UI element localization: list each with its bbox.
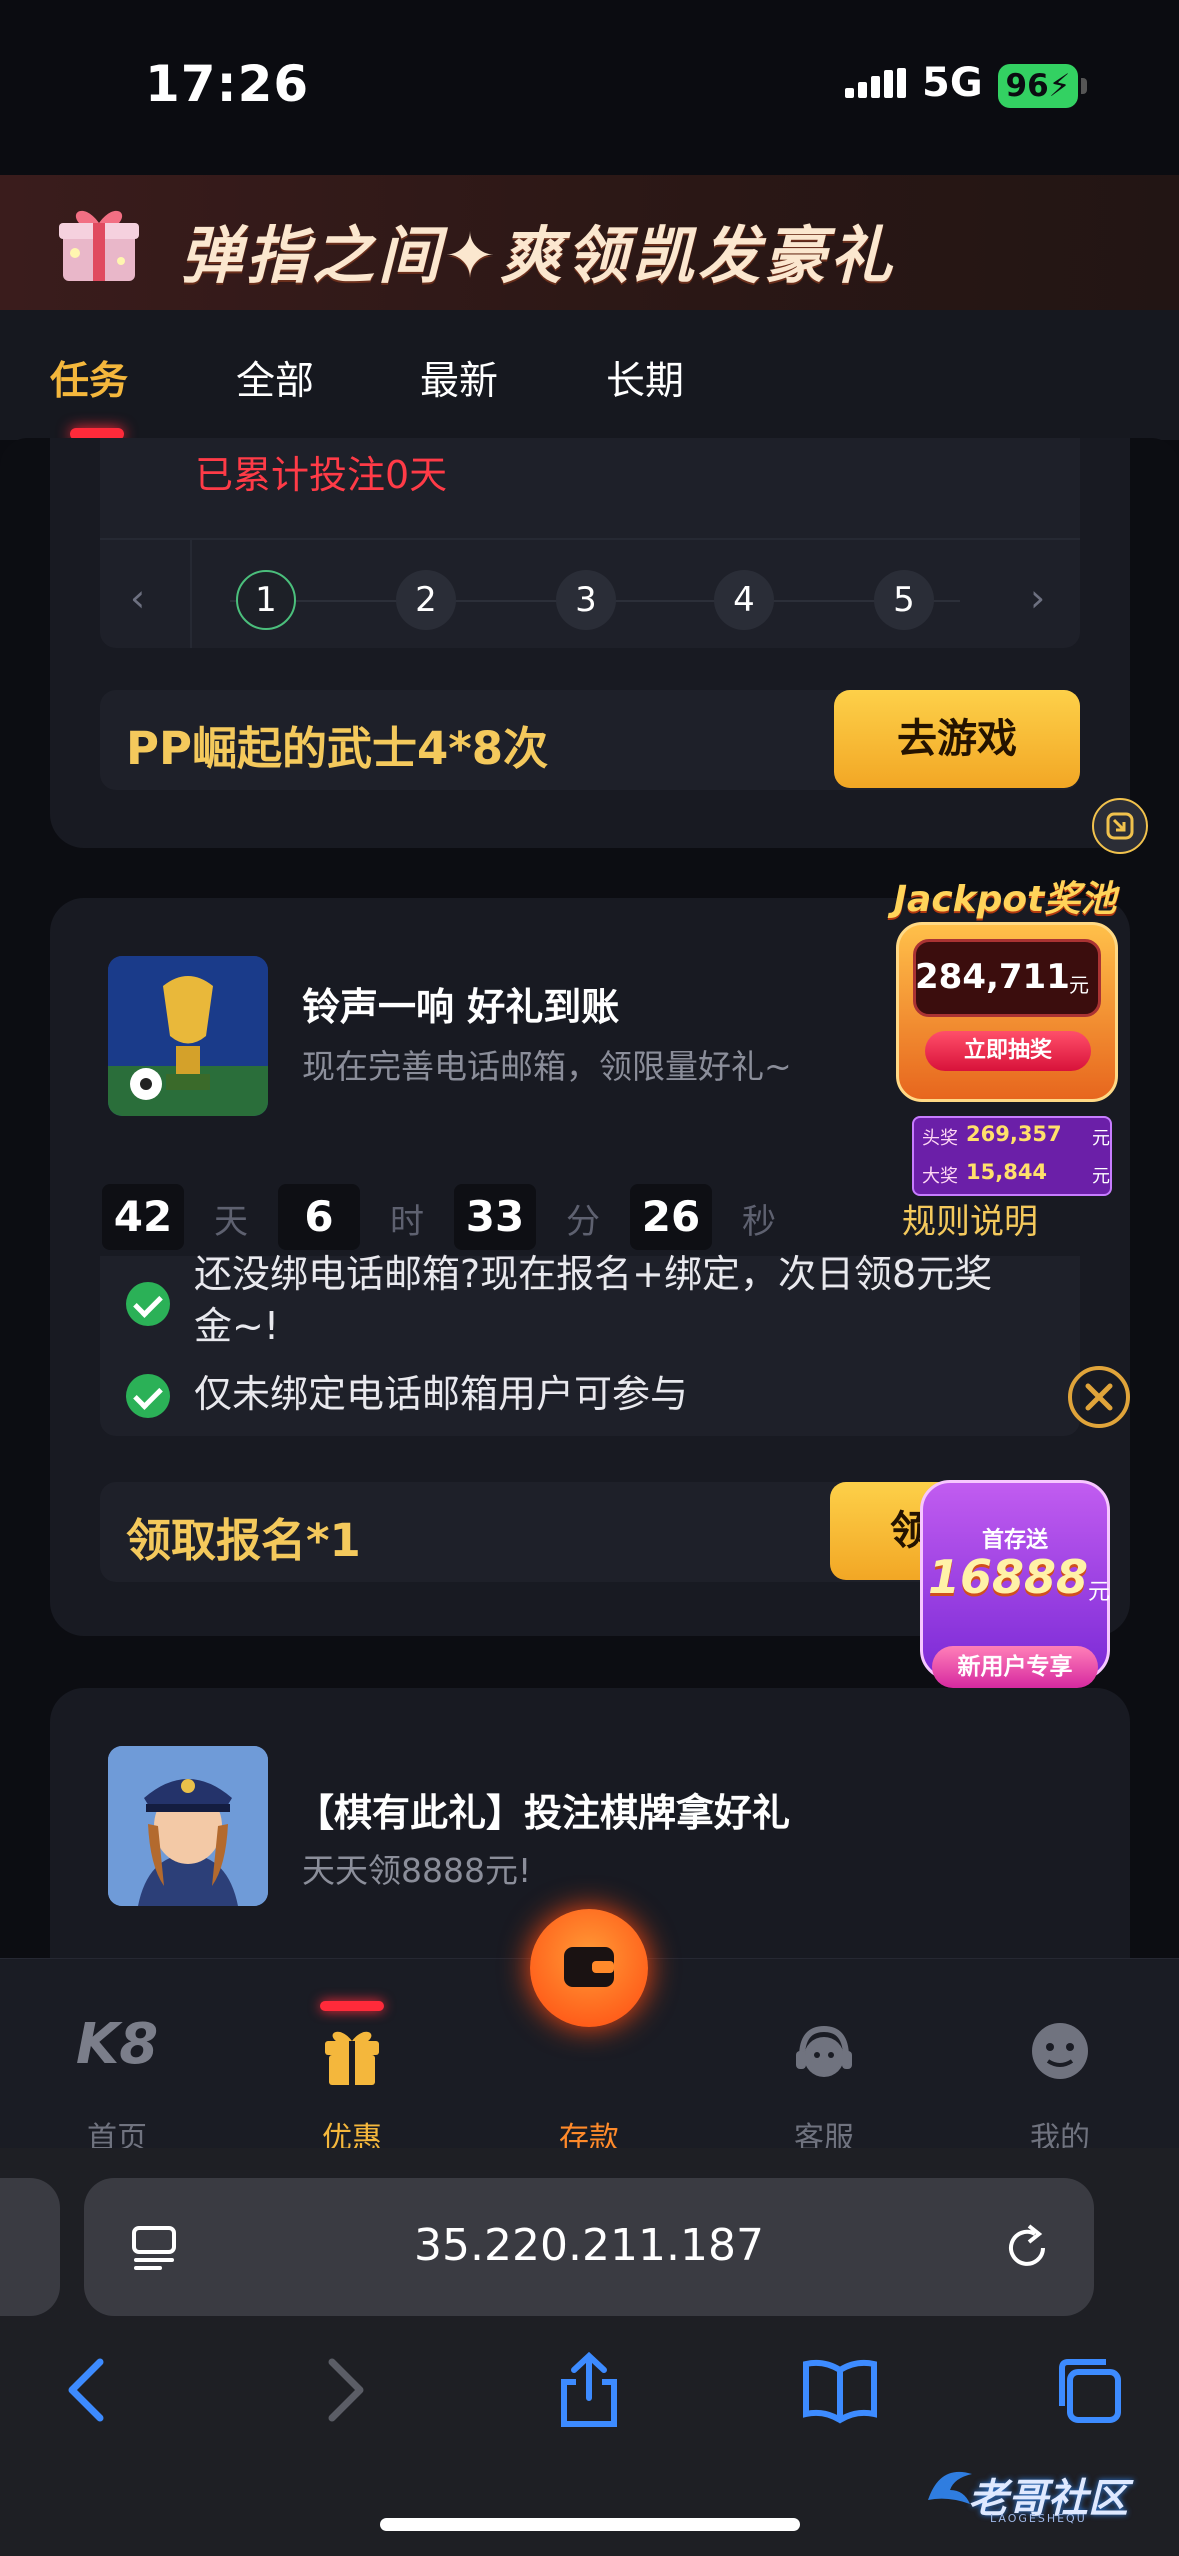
forward-icon[interactable] [314, 2350, 374, 2430]
countdown-seconds: 26 [630, 1184, 712, 1250]
prev-page-button[interactable]: ‹ [130, 576, 145, 620]
battery-cap [1081, 78, 1087, 94]
card-subtitle: 现在完善电话邮箱，领限量好礼~ [302, 1047, 792, 1086]
police-girl-thumbnail[interactable] [108, 1746, 268, 1906]
battery-icon: 96⚡ [998, 64, 1078, 108]
prize-unit: 元 [1092, 1166, 1110, 1187]
tabs-icon[interactable] [1050, 2350, 1130, 2430]
progress-text: 已累计投注0天 [195, 453, 448, 497]
world-cup-thumbnail[interactable] [108, 956, 268, 1116]
gift-box-icon [59, 210, 139, 281]
battery-level: 96 [1005, 68, 1049, 104]
nav-profile[interactable]: 我的 [1000, 2023, 1120, 2156]
task-row: PP崛起的武士4*8次 去游戏 [100, 690, 1080, 790]
status-time: 17:26 [145, 55, 310, 113]
prize-value: 15,844 [966, 1160, 1048, 1184]
nav-offers[interactable]: 优惠 [292, 2001, 412, 2156]
url-text: 35.220.211.187 [414, 2220, 764, 2271]
page-5-button[interactable]: 5 [874, 570, 934, 630]
countdown-unit: 天 [214, 1202, 248, 1242]
prize-label: 大奖 [922, 1166, 958, 1187]
prize-label: 头奖 [922, 1128, 958, 1149]
tab-all[interactable]: 全部 [236, 350, 314, 406]
shrink-icon [1106, 812, 1134, 840]
headset-icon [796, 2025, 852, 2077]
condition-2: 仅未绑定电话邮箱用户可参与 [194, 1372, 689, 1416]
card-title: 铃声一响 好礼到账 [302, 985, 620, 1029]
tab-latest[interactable]: 最新 [420, 350, 498, 406]
nav-support[interactable]: 客服 [764, 2025, 884, 2156]
gift-icon [325, 2031, 379, 2085]
promo-amount: 16888 [927, 1550, 1088, 1604]
jackpot-currency: 元 [1069, 973, 1089, 997]
bookmarks-icon[interactable] [800, 2350, 880, 2430]
status-bar: 17:26 5G 96⚡ [0, 0, 1179, 175]
bottom-nav: K8 首页 优惠 存款 客服 我的 [0, 1909, 1179, 2157]
tab-long-term[interactable]: 长期 [606, 350, 684, 406]
nav-active-indicator [320, 2001, 384, 2011]
user-icon [1032, 2023, 1088, 2079]
address-bar[interactable]: 35.220.211.187 [84, 2178, 1094, 2316]
close-icon [1085, 1383, 1113, 1411]
watermark-sub: LAOGESHEQU [990, 2512, 1087, 2525]
divider [190, 538, 192, 648]
prize-unit: 元 [1092, 1128, 1110, 1149]
page-3-button[interactable]: 3 [556, 570, 616, 630]
countdown-hours: 6 [278, 1184, 360, 1250]
watermark-logo: 老哥社区 LAOGESHEQU [920, 2460, 1160, 2530]
check-icon [126, 1374, 170, 1418]
conditions-panel: 还没绑电话邮箱?现在报名+绑定，次日领8元奖金~! 仅未绑定电话邮箱用户可参与 [100, 1252, 1080, 1436]
countdown-unit: 分 [566, 1202, 600, 1242]
page-2-button[interactable]: 2 [396, 570, 456, 630]
banner-title: 弹指之间✦爽领凯发豪礼 [180, 219, 896, 292]
condition-1: 还没绑电话邮箱?现在报名+绑定，次日领8元奖金~! [194, 1252, 993, 1348]
tab-task[interactable]: 任务 [50, 350, 128, 406]
share-icon[interactable] [556, 2350, 622, 2430]
jackpot-prize-table: 头奖 269,357 元 大奖 15,844 元 [912, 1116, 1112, 1196]
previous-tab-preview[interactable] [0, 2178, 60, 2316]
jackpot-widget[interactable]: Jackpot奖池 284,711 元 立即抽奖 头奖 269,357 元 大奖… [880, 850, 1130, 1200]
card-title: 【棋有此礼】投注棋牌拿好礼 [296, 1791, 791, 1835]
rules-link[interactable]: 规则说明 [902, 1194, 1038, 1243]
countdown-unit: 时 [390, 1202, 424, 1242]
home-indicator[interactable] [380, 2518, 800, 2531]
nav-home[interactable]: K8 首页 [57, 2017, 177, 2157]
countdown-unit: 秒 [742, 1202, 776, 1242]
k8-logo-icon: K8 [75, 2012, 159, 2077]
go-play-button[interactable]: 去游戏 [834, 690, 1080, 788]
minimize-float-button[interactable] [1092, 798, 1148, 854]
reload-icon[interactable] [999, 2220, 1055, 2276]
page-1-button[interactable]: 1 [236, 570, 296, 630]
back-icon[interactable] [58, 2350, 118, 2430]
countdown-minutes: 33 [454, 1184, 536, 1250]
character-icon [108, 1746, 268, 1906]
page-4-button[interactable]: 4 [714, 570, 774, 630]
trophy-icon [108, 956, 268, 1116]
deposit-fab[interactable] [530, 1909, 648, 2027]
wallet-icon [564, 1947, 614, 1987]
prize-value: 269,357 [966, 1122, 1062, 1146]
new-user-tag: 新用户专享 [932, 1646, 1098, 1688]
first-deposit-promo[interactable]: 首存送 16888 元 新用户专享 [890, 1470, 1140, 1700]
check-icon [126, 1282, 170, 1326]
task-card-pp-samurai: 已累计投注0天 ‹ 1 2 3 4 5 › PP崛起的武士4*8次 去游戏 [50, 438, 1130, 848]
divider [100, 538, 1080, 540]
next-page-button[interactable]: › [1030, 576, 1045, 620]
task-label: PP崛起的武士4*8次 [126, 722, 549, 775]
network-label: 5G [922, 60, 983, 106]
jackpot-amount: 284,711 [915, 957, 1070, 997]
close-float-button[interactable] [1068, 1366, 1130, 1428]
draw-now-button[interactable]: 立即抽奖 [925, 1031, 1091, 1071]
promo-unit: 元 [1088, 1580, 1111, 1605]
category-tabs: 任务 全部 最新 长期 [0, 310, 1179, 440]
task-label: 领取报名*1 [126, 1514, 361, 1567]
progress-panel: 已累计投注0天 ‹ 1 2 3 4 5 › [100, 438, 1080, 648]
card-subtitle: 天天领8888元! [302, 1851, 532, 1890]
countdown-days: 42 [102, 1184, 184, 1250]
signal-icon [845, 68, 907, 98]
jackpot-title: Jackpot奖池 [893, 879, 1117, 920]
jackpot-machine: 284,711 元 立即抽奖 [896, 922, 1118, 1102]
promo-banner[interactable]: 弹指之间✦爽领凯发豪礼 [0, 175, 1179, 310]
